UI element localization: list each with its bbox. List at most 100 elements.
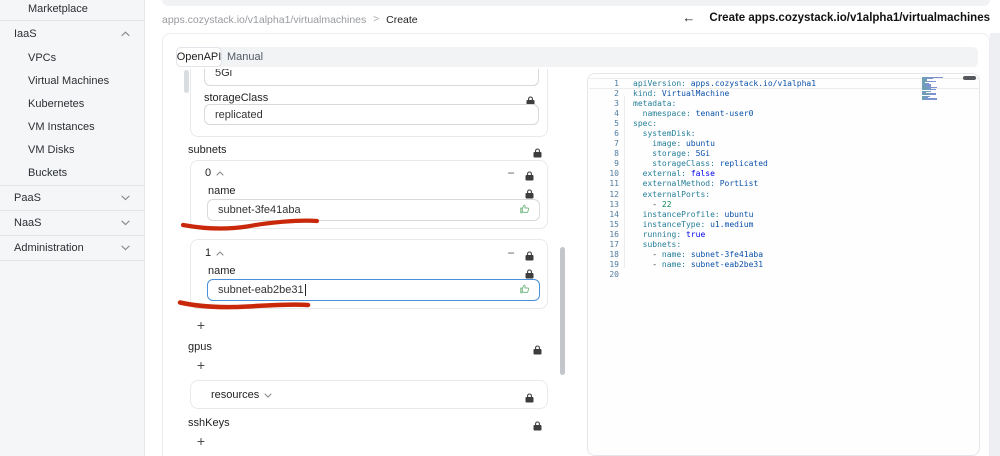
storage-input-partial[interactable]: 5Gi <box>204 69 539 86</box>
thumbs-up-icon <box>519 283 531 298</box>
code-line: 6 systemDisk: <box>614 128 696 138</box>
tab-openapi[interactable]: OpenAPI <box>176 47 222 67</box>
sidebar-section-label: IaaS <box>14 28 37 40</box>
storage-class-input[interactable]: replicated <box>204 104 539 125</box>
sidebar-section-paas[interactable]: PaaS <box>0 186 144 210</box>
chevron-up-icon <box>121 28 130 40</box>
add-subnet-button[interactable]: + <box>193 317 209 333</box>
breadcrumb-resource-link[interactable]: apps.cozystack.io/v1alpha1/virtualmachin… <box>162 14 366 26</box>
sidebar-section-administration[interactable]: Administration <box>0 236 144 260</box>
remove-item-button[interactable]: − <box>503 246 519 260</box>
sidebar-section-naas[interactable]: NaaS <box>0 211 144 235</box>
minimap[interactable] <box>922 77 954 102</box>
openapi-form-panel: 5Gi storageClass replicated subnets 0 − … <box>180 69 562 456</box>
ssh-keys-label: sshKeys <box>188 417 230 429</box>
resources-label: resources <box>211 389 260 401</box>
yaml-editor[interactable]: 1 apiVersion: apps.cozystack.io/v1alpha1 2… <box>587 73 980 456</box>
sidebar: Marketplace IaaS VPCs Virtual Machines K… <box>0 0 145 456</box>
sidebar-section-label: PaaS <box>14 192 41 204</box>
sidebar-item-vm-instances[interactable]: VM Instances <box>0 116 144 139</box>
add-gpu-button[interactable]: + <box>193 357 209 373</box>
search-bar-partial[interactable] <box>162 0 990 6</box>
breadcrumb: apps.cozystack.io/v1alpha1/virtualmachin… <box>162 12 418 27</box>
lock-icon[interactable] <box>525 266 535 279</box>
code-line: 16 running: true <box>609 229 706 239</box>
page-title: Create apps.cozystack.io/v1alpha1/virtua… <box>709 11 990 24</box>
code-line: 15 instanceType: u1.medium <box>609 219 754 229</box>
code-line: 19 - name: subnet-eab2be31 <box>609 260 764 270</box>
item-index: 1 <box>205 247 212 259</box>
remove-item-button[interactable]: − <box>503 166 519 180</box>
item-index: 0 <box>205 167 212 179</box>
code-line: 9 storageClass: replicated <box>614 159 768 169</box>
sidebar-item-label: Virtual Machines <box>28 75 110 87</box>
page-header: ← Create apps.cozystack.io/v1alpha1/virt… <box>682 10 990 25</box>
breadcrumb-separator: > <box>373 14 380 25</box>
sidebar-item-label: VPCs <box>28 52 57 64</box>
lock-icon[interactable] <box>525 168 535 181</box>
name-label: name <box>208 265 236 277</box>
chevron-up-icon <box>216 247 224 259</box>
sidebar-item-vm-disks[interactable]: VM Disks <box>0 139 144 162</box>
sidebar-section-iaas[interactable]: IaaS <box>0 21 144 47</box>
sidebar-item-label: Marketplace <box>28 3 88 15</box>
app-window: Marketplace IaaS VPCs Virtual Machines K… <box>0 0 1000 456</box>
chevron-down-icon <box>121 242 130 254</box>
page-background-strip <box>990 33 1000 456</box>
lock-icon[interactable] <box>525 248 535 261</box>
sidebar-item-vpcs[interactable]: VPCs <box>0 47 144 70</box>
input-value: 5Gi <box>215 69 233 79</box>
system-disk-card: 5Gi storageClass replicated <box>190 69 548 137</box>
editor-scrollbar-thumb[interactable] <box>963 76 976 80</box>
code-line: 18 - name: subnet-3fe41aba <box>609 250 764 260</box>
lock-icon[interactable] <box>533 342 543 355</box>
sidebar-item-label: VM Instances <box>28 121 95 133</box>
code-line: 7 image: ubuntu <box>614 139 715 149</box>
divider <box>0 260 144 261</box>
sidebar-item-marketplace[interactable]: Marketplace <box>0 0 144 20</box>
input-value: subnet-eab2be31 <box>218 284 304 296</box>
sidebar-item-label: VM Disks <box>28 144 75 156</box>
resources-card: resources <box>190 380 548 409</box>
sidebar-item-virtual-machines[interactable]: Virtual Machines <box>0 70 144 93</box>
lock-icon[interactable] <box>525 390 535 403</box>
code-line: 17 subnets: <box>609 240 682 249</box>
subnet-item-1-header[interactable]: 1 <box>205 247 224 259</box>
code-line: 20 <box>609 270 619 280</box>
code-line: 3 metadata: <box>614 98 677 108</box>
code-line: 2 kind: VirtualMachine <box>614 88 730 98</box>
tab-bar <box>176 47 978 67</box>
scroll-thumb[interactable] <box>184 70 189 93</box>
lock-icon[interactable] <box>533 418 543 431</box>
lock-icon[interactable] <box>526 93 536 106</box>
subnet-item-0-card: 0 − name subnet-3fe41aba <box>190 160 548 229</box>
subnets-label: subnets <box>188 144 227 156</box>
tab-manual[interactable]: Manual <box>222 47 268 67</box>
scrollbar-thumb[interactable] <box>560 247 565 375</box>
subnet-item-1-card: 1 − name subnet-eab2be31 <box>190 239 548 309</box>
code-line: 4 namespace: tenant-user0 <box>614 108 754 118</box>
sidebar-item-buckets[interactable]: Buckets <box>0 162 144 185</box>
text-cursor <box>304 284 306 296</box>
code-line: 12 externalPorts: <box>609 189 711 199</box>
subnet-1-name-input[interactable]: subnet-eab2be31 <box>207 279 540 301</box>
breadcrumb-current: Create <box>386 13 418 26</box>
resources-toggle[interactable]: resources <box>211 389 272 401</box>
chevron-up-icon <box>216 167 224 179</box>
code-line: 13 - 22 <box>609 199 672 209</box>
input-value: subnet-3fe41aba <box>218 204 301 216</box>
subnet-item-0-header[interactable]: 0 <box>205 167 224 179</box>
back-button[interactable]: ← <box>682 10 695 25</box>
lock-icon[interactable] <box>533 145 543 158</box>
code-line: 5 spec: <box>614 118 658 128</box>
sidebar-item-kubernetes[interactable]: Kubernetes <box>0 93 144 116</box>
code-line: 14 instanceProfile: ubuntu <box>609 209 754 219</box>
gpus-label: gpus <box>188 341 212 353</box>
name-label: name <box>208 185 236 197</box>
lock-icon[interactable] <box>525 186 535 199</box>
code-line: 8 storage: 5Gi <box>614 149 711 159</box>
subnet-0-name-input[interactable]: subnet-3fe41aba <box>207 199 540 221</box>
minimap-line <box>922 99 937 101</box>
storage-class-label: storageClass <box>204 92 269 104</box>
add-ssh-key-button[interactable]: + <box>193 433 209 449</box>
